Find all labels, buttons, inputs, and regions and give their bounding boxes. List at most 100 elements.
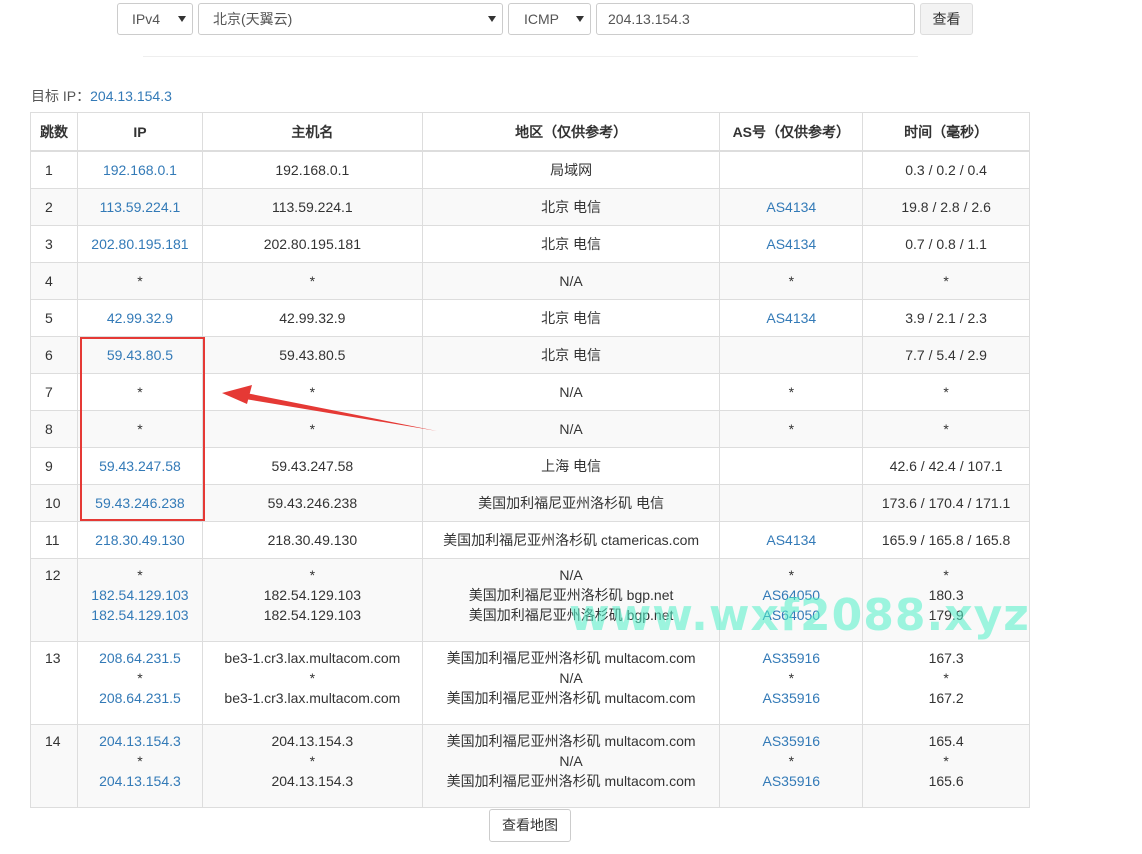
ip-version-select[interactable]: IPv4 [117,3,193,35]
table-header-row: 跳数 IP 主机名 地区（仅供参考） AS号（仅供参考） 时间（毫秒） [30,112,1030,152]
ip-link[interactable]: 218.30.49.130 [82,530,198,550]
as-number-link[interactable]: AS35916 [724,688,858,708]
hostname-text: 113.59.224.1 [271,199,353,215]
latency-cell: 167.3 * 167.2 [862,641,1030,725]
ip-link[interactable]: 204.13.154.3 [82,731,198,751]
latency-text: 165.6 [928,773,964,789]
hostname-cell: 113.59.224.1 [201,188,423,226]
table-row: 4 * * N/A * * [30,262,1030,300]
header-as: AS号（仅供参考） [719,112,864,152]
hostname-text: * [309,753,316,769]
ip-cell: 204.13.154.3 * 204.13.154.3 [76,724,203,808]
as-number-link[interactable]: AS4134 [724,234,858,254]
hostname-text: 59.43.246.238 [267,495,358,511]
hostname-text: 182.54.129.103 [263,587,362,603]
region-cell: 北京 电信 [421,225,721,263]
region-text: 北京 电信 [541,236,602,252]
as-number-link[interactable]: AS35916 [724,771,858,791]
hostname-text: 204.13.154.3 [271,773,354,789]
region-text: N/A [559,670,583,686]
hop-cell: 7 [30,373,78,411]
ip-link[interactable]: 42.99.32.9 [82,308,198,328]
node-value: 北京(天翼云) [213,11,293,27]
latency-cell: 165.9 / 165.8 / 165.8 [862,521,1030,559]
hostname-text: 192.168.0.1 [275,162,350,178]
ip-link[interactable]: 113.59.224.1 [82,197,198,217]
latency-cell: * [862,373,1030,411]
hostname-cell: 59.43.247.58 [201,447,423,485]
query-button[interactable]: 查看 [920,3,973,35]
ip-cell: * [76,262,203,300]
as-number-link[interactable]: AS35916 [724,648,858,668]
hostname-text: * [309,384,316,400]
hop-cell: 4 [30,262,78,300]
as-number-link[interactable]: AS4134 [724,530,858,550]
hop-cell: 3 [30,225,78,263]
latency-text: * [943,670,949,686]
as-number-cell: AS35916 * AS35916 [719,641,864,725]
region-text: N/A [559,567,583,583]
latency-text: * [943,421,949,437]
hostname-cell: * 182.54.129.103 182.54.129.103 [201,558,423,642]
as-number-cell [719,336,864,374]
as-number-cell: * [719,262,864,300]
ip-text: * [137,567,143,583]
as-number-text: * [788,421,795,437]
ip-link[interactable]: 182.54.129.103 [82,585,198,605]
region-text: 美国加利福尼亚州洛杉矶 multacom.com [446,733,696,749]
as-number-text: * [788,753,795,769]
latency-text: * [943,273,949,289]
region-cell: 上海 电信 [421,447,721,485]
region-text: 局域网 [550,162,593,178]
hostname-text: 59.43.247.58 [271,458,354,474]
protocol-select[interactable]: ICMP [508,3,591,35]
ip-link[interactable]: 182.54.129.103 [82,605,198,625]
hop-cell: 13 [30,641,78,725]
region-text: 美国加利福尼亚州洛杉矶 multacom.com [446,690,696,706]
ip-cell: 218.30.49.130 [76,521,203,559]
as-number-cell: * [719,410,864,448]
target-ip-input[interactable]: 204.13.154.3 [596,3,915,35]
hostname-cell: be3-1.cr3.lax.multacom.com * be3-1.cr3.lax… [201,641,423,725]
latency-text: 167.3 [928,650,964,666]
ip-link[interactable]: 204.13.154.3 [82,771,198,791]
chevron-down-icon [178,16,186,22]
hostname-text: be3-1.cr3.lax.multacom.com [224,650,401,666]
hostname-cell: 42.99.32.9 [201,299,423,337]
hostname-cell: 59.43.246.238 [201,484,423,522]
hostname-cell: 218.30.49.130 [201,521,423,559]
header-hostname: 主机名 [201,112,423,152]
view-map-button[interactable]: 查看地图 [489,809,571,842]
latency-cell: * [862,262,1030,300]
ip-link[interactable]: 202.80.195.181 [82,234,198,254]
watermark: www.wxf2088.xyz [569,590,1030,641]
latency-text: 0.7 / 0.8 / 1.1 [905,236,987,252]
hostname-cell: * [201,373,423,411]
as-number-link[interactable]: AS4134 [724,197,858,217]
as-number-link[interactable]: AS4134 [724,308,858,328]
divider [143,56,918,57]
as-number-cell [719,447,864,485]
as-number-cell [719,484,864,522]
ip-link[interactable]: 208.64.231.5 [82,688,198,708]
node-select[interactable]: 北京(天翼云) [198,3,503,35]
ip-link[interactable]: 208.64.231.5 [82,648,198,668]
region-cell: 美国加利福尼亚州洛杉矶 multacom.com N/A 美国加利福尼亚州洛杉矶 m… [421,641,721,725]
hop-cell: 5 [30,299,78,337]
latency-text: * [943,384,949,400]
ip-link[interactable]: 192.168.0.1 [82,160,198,180]
region-cell: 局域网 [421,150,721,189]
ip-cell: 42.99.32.9 [76,299,203,337]
hostname-text: 202.80.195.181 [263,236,362,252]
ip-cell: 202.80.195.181 [76,225,203,263]
as-number-text: * [788,670,795,686]
hostname-text: * [309,273,316,289]
latency-cell: 165.4 * 165.6 [862,724,1030,808]
as-number-link[interactable]: AS35916 [724,731,858,751]
region-text: 美国加利福尼亚州洛杉矶 电信 [478,495,665,511]
latency-text: 165.9 / 165.8 / 165.8 [881,532,1011,548]
hostname-text: * [309,567,316,583]
region-text: 美国加利福尼亚州洛杉矶 ctamericas.com [443,532,700,548]
region-text: 北京 电信 [541,310,602,326]
hostname-cell: * [201,410,423,448]
